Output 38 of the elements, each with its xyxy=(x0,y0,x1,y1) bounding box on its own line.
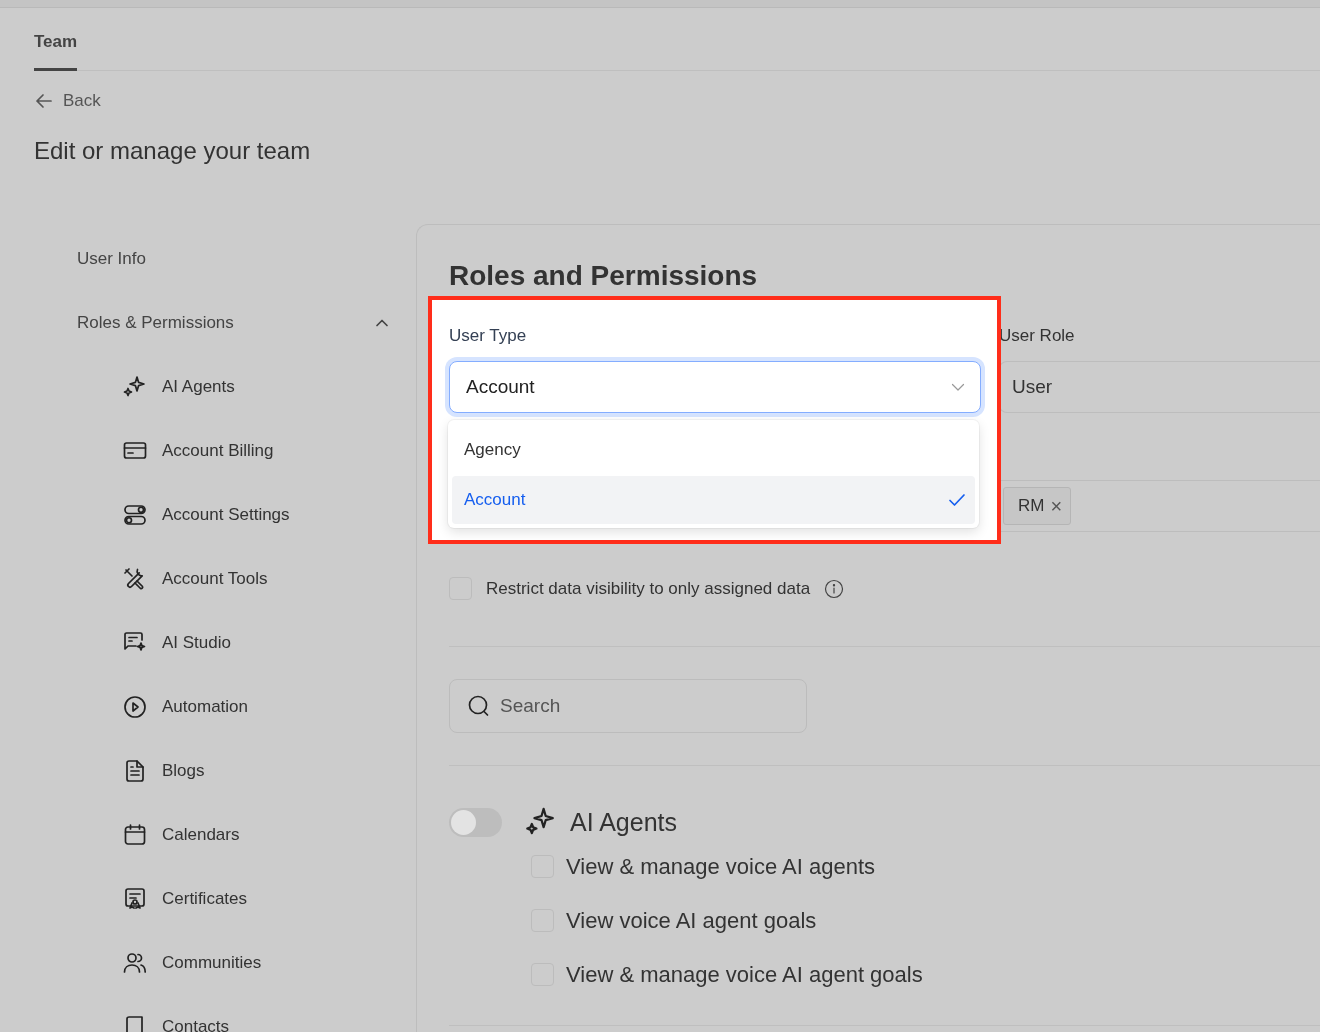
permission-label: View & manage voice AI agents xyxy=(566,852,875,881)
toggle-switch[interactable] xyxy=(449,807,502,837)
sidebar-item[interactable]: User Info xyxy=(0,227,416,291)
toggles-icon xyxy=(122,502,148,528)
tab[interactable]: Team xyxy=(34,27,78,71)
calendar-icon xyxy=(122,822,148,848)
sidebar-item[interactable]: AI Studio xyxy=(0,611,416,675)
dropdown-option[interactable]: Agency xyxy=(452,424,975,476)
info-icon xyxy=(824,578,845,599)
sidebar-item[interactable]: Contacts xyxy=(0,995,416,1032)
sidebar-item[interactable]: Account Settings xyxy=(0,483,416,547)
play-circle-icon xyxy=(122,694,148,720)
search-field[interactable]: Search xyxy=(449,678,807,733)
sidebar-item[interactable]: Account Billing xyxy=(0,419,416,483)
search-icon xyxy=(467,693,491,718)
checkbox-label: Restrict data visibility to only assigned data xyxy=(486,578,811,600)
sidebar-item[interactable]: Account Tools xyxy=(0,547,416,611)
dropdown-option[interactable]: Account xyxy=(452,476,975,524)
field-label: User Type xyxy=(449,325,528,347)
people-icon xyxy=(122,950,148,976)
sidebar-item[interactable]: Automation xyxy=(0,675,416,739)
certificate-icon xyxy=(122,886,148,912)
back-arrow-icon xyxy=(34,91,54,111)
back-link[interactable]: Back xyxy=(34,89,101,113)
sidebar-item[interactable]: AI Agents xyxy=(0,355,416,419)
sidebar-item[interactable]: Certificates xyxy=(0,867,416,931)
permission-label: View voice AI agent goals xyxy=(566,906,817,935)
remove-tag-button[interactable]: × xyxy=(1050,491,1063,521)
tag: RM × xyxy=(1003,487,1072,525)
sidebar-item[interactable]: Blogs xyxy=(0,739,416,803)
sidebar-item[interactable]: Communities xyxy=(0,931,416,995)
page-title: Edit or manage your team xyxy=(34,136,312,166)
permission-label: View & manage voice AI agent goals xyxy=(566,960,923,989)
section-heading: Roles and Permissions xyxy=(449,259,759,293)
group-title: AI Agents xyxy=(570,806,678,838)
sidebar-item[interactable]: Calendars xyxy=(0,803,416,867)
sidebar-item[interactable]: Roles & Permissions xyxy=(0,291,416,355)
tags-field[interactable]: RM × xyxy=(999,480,1320,532)
